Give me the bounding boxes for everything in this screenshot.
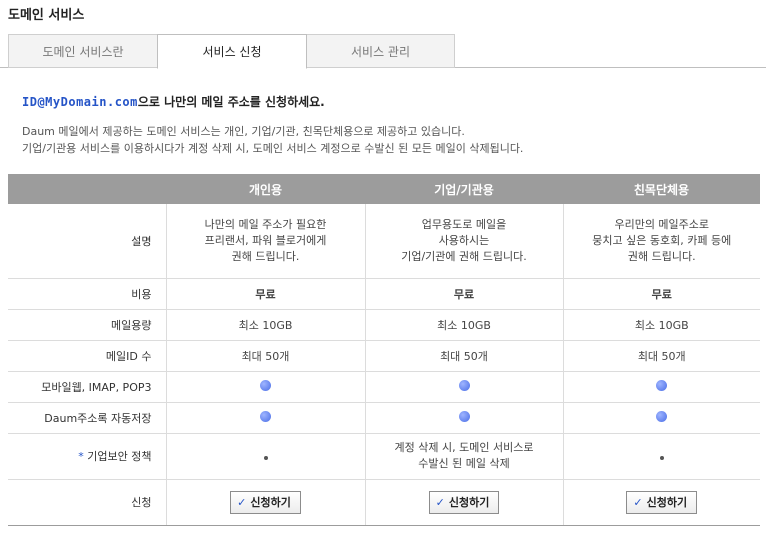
checkmark-icon: ✓	[237, 495, 247, 509]
apply-business-cell: ✓ 신청하기	[364, 479, 563, 526]
row-label: 비용	[8, 278, 166, 310]
description-line-1: Daum 메일에서 제공하는 도메인 서비스는 개인, 기업/기관, 친목단체용…	[22, 125, 465, 138]
desc-text: 업무용도로 메일을	[421, 217, 507, 231]
desc-text: 기업/기관에 권해 드립니다.	[401, 249, 527, 263]
service-comparison-table: 개인용 기업/기관용 친목단체용 설명 나만의 메일 주소가 필요한 프리랜서,…	[8, 174, 760, 526]
desc-text: 뭉치고 싶은 동호회, 카페 등에	[592, 233, 732, 247]
desc-text: 나만의 메일 주소가 필요한	[204, 217, 327, 231]
row-label: 신청	[8, 479, 166, 526]
security-personal	[165, 433, 365, 480]
security-business: 계정 삭제 시, 도메인 서비스로 수발신 된 메일 삭제	[364, 433, 563, 480]
row-mobile: 모바일웹, IMAP, POP3	[8, 371, 760, 403]
desc-business: 업무용도로 메일을 사용하시는 기업/기관에 권해 드립니다.	[364, 204, 563, 279]
row-label: Daum주소록 자동저장	[8, 402, 166, 434]
desc-text: 권해 드립니다.	[627, 249, 696, 263]
security-club	[562, 433, 760, 480]
tab-bar: 도메인 서비스란 서비스 신청 서비스 관리	[0, 34, 766, 69]
apply-business-button[interactable]: ✓ 신청하기	[428, 490, 500, 514]
row-label-text: 기업보안 정책	[87, 450, 152, 463]
max-ids-business: 최대 50개	[364, 340, 563, 372]
apply-club-button[interactable]: ✓ 신청하기	[626, 490, 698, 514]
description-line-2: 기업/기관용 서비스를 이용하시다가 계정 삭제 시, 도메인 서비스 계정으로…	[22, 142, 524, 155]
mobile-business	[364, 371, 563, 403]
row-max-ids: 메일ID 수 최대 50개 최대 50개 최대 50개	[8, 340, 760, 372]
mobile-club	[562, 371, 760, 403]
header-personal: 개인용	[166, 174, 365, 204]
desc-text: 프리랜서, 파워 블로거에게	[204, 233, 327, 247]
small-dot-icon	[659, 455, 664, 460]
row-label: 메일ID 수	[8, 340, 166, 372]
button-label: 신청하기	[646, 496, 688, 509]
row-label: 모바일웹, IMAP, POP3	[8, 371, 166, 403]
intro-text: 으로 나만의 메일 주소를 신청하세요.	[137, 95, 325, 109]
addressbook-business	[364, 402, 563, 434]
tab-apply[interactable]: 서비스 신청	[157, 34, 307, 69]
blue-dot-icon	[458, 410, 470, 422]
cost-personal: 무료	[165, 278, 365, 310]
row-cost: 비용 무료 무료 무료	[8, 278, 760, 310]
intro-headline: ID@MyDomain.com으로 나만의 메일 주소를 신청하세요.	[22, 93, 325, 110]
checkmark-icon: ✓	[435, 495, 445, 509]
warning-text: 수발신 된 메일 삭제	[418, 457, 510, 470]
required-star: *	[78, 450, 84, 463]
cost-business: 무료	[364, 278, 563, 310]
row-label: * 기업보안 정책	[8, 433, 166, 480]
row-apply: 신청 ✓ 신청하기 ✓ 신청하기 ✓ 신청하기	[8, 479, 760, 526]
capacity-personal: 최소 10GB	[165, 309, 365, 341]
desc-text: 우리만의 메일주소로	[614, 217, 710, 231]
page-title: 도메인 서비스	[8, 8, 85, 23]
small-dot-icon	[263, 455, 268, 460]
checkmark-icon: ✓	[633, 495, 643, 509]
capacity-business: 최소 10GB	[364, 309, 563, 341]
row-label: 메일용량	[8, 309, 166, 341]
header-club: 친목단체용	[563, 174, 760, 204]
intro-domain: ID@MyDomain.com	[22, 95, 138, 109]
max-ids-personal: 최대 50개	[165, 340, 365, 372]
tab-about[interactable]: 도메인 서비스란	[8, 34, 158, 68]
desc-personal: 나만의 메일 주소가 필요한 프리랜서, 파워 블로거에게 권해 드립니다.	[165, 204, 365, 279]
header-business: 기업/기관용	[365, 174, 563, 204]
warning-text: 계정 삭제 시, 도메인 서비스로	[394, 441, 534, 454]
cost-club: 무료	[562, 278, 760, 310]
row-capacity: 메일용량 최소 10GB 최소 10GB 최소 10GB	[8, 309, 760, 341]
blue-dot-icon	[656, 410, 668, 422]
addressbook-personal	[165, 402, 365, 434]
desc-text: 사용하시는	[438, 233, 490, 247]
max-ids-club: 최대 50개	[562, 340, 760, 372]
desc-text: 권해 드립니다.	[231, 249, 300, 263]
service-description: Daum 메일에서 제공하는 도메인 서비스는 개인, 기업/기관, 친목단체용…	[22, 123, 523, 157]
button-label: 신청하기	[250, 496, 291, 509]
header-empty	[8, 174, 166, 204]
capacity-club: 최소 10GB	[562, 309, 760, 341]
row-addressbook: Daum주소록 자동저장	[8, 402, 760, 434]
blue-dot-icon	[260, 379, 271, 391]
tab-manage[interactable]: 서비스 관리	[306, 34, 455, 68]
row-label: 설명	[8, 204, 166, 279]
desc-club: 우리만의 메일주소로 뭉치고 싶은 동호회, 카페 등에 권해 드립니다.	[562, 204, 760, 279]
apply-personal-cell: ✓ 신청하기	[165, 479, 365, 526]
addressbook-club	[562, 402, 760, 434]
blue-dot-icon	[260, 410, 271, 422]
row-security: * 기업보안 정책 계정 삭제 시, 도메인 서비스로 수발신 된 메일 삭제	[8, 433, 760, 480]
blue-dot-icon	[656, 379, 668, 391]
mobile-personal	[165, 371, 365, 403]
table-header-row: 개인용 기업/기관용 친목단체용	[8, 174, 760, 204]
blue-dot-icon	[458, 379, 470, 391]
row-description: 설명 나만의 메일 주소가 필요한 프리랜서, 파워 블로거에게 권해 드립니다…	[8, 204, 760, 279]
apply-club-cell: ✓ 신청하기	[562, 479, 760, 526]
apply-personal-button[interactable]: ✓ 신청하기	[230, 490, 301, 514]
button-label: 신청하기	[448, 496, 490, 509]
